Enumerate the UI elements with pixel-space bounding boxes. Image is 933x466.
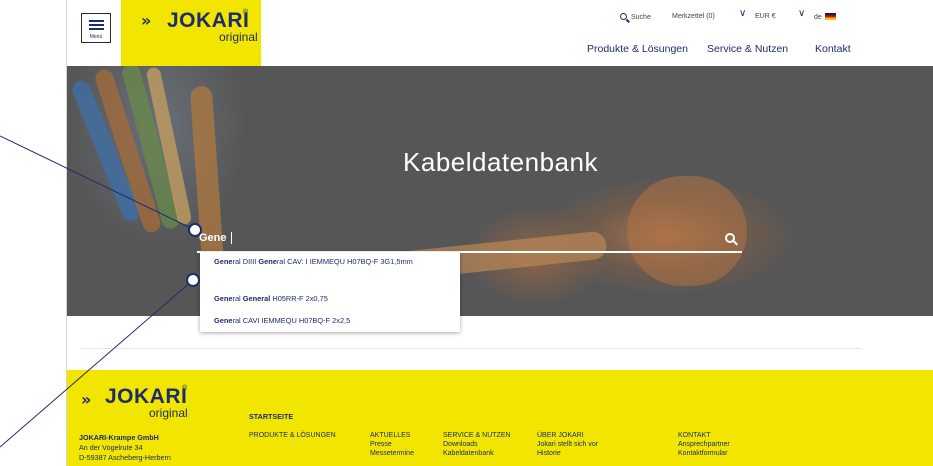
- footer-column-ueber: ÜBER JOKARI Jokari stellt sich vor Histo…: [537, 431, 598, 458]
- chevron-down-icon[interactable]: ∨: [798, 8, 805, 19]
- content-spacer: [67, 316, 933, 370]
- footer-heading[interactable]: AKTUELLES: [370, 432, 410, 439]
- company-name: JOKARI-Krampe GmbH: [79, 433, 159, 442]
- footer-column-produkte: PRODUKTE & LÖSUNGEN: [249, 431, 336, 440]
- jokari-logo[interactable]: » JOKARI ® original: [121, 0, 261, 66]
- hamburger-icon: [89, 20, 104, 22]
- suggestion-item[interactable]: General DIIII General CAV: I IEMMEQU H07…: [214, 257, 454, 267]
- footer-heading[interactable]: SERVICE & NUTZEN: [443, 432, 511, 439]
- hamburger-icon-bar: [89, 24, 104, 26]
- suggestion-item[interactable]: General General H05RR-F 2x0,75: [214, 294, 454, 304]
- footer-heading[interactable]: KONTAKT: [678, 432, 711, 439]
- footer-logo-subtitle: original: [149, 406, 188, 420]
- footer-logo-registered: ®: [182, 385, 188, 392]
- search-submit-icon[interactable]: [725, 233, 735, 243]
- logo-chevrons: »: [141, 11, 151, 30]
- suggestion-match: Gene: [214, 316, 233, 325]
- site-footer: » JOKARI ® original JOKARI-Krampe GmbH A…: [67, 370, 933, 466]
- suggestion-match: Gene: [214, 294, 233, 303]
- suggestion-item[interactable]: General CAVI IEMMEQU H07BQ-F 2x2,5: [214, 316, 454, 326]
- company-city: D-59387 Ascheberg-Herbern: [79, 453, 171, 462]
- footer-heading[interactable]: PRODUKTE & LÖSUNGEN: [249, 432, 336, 439]
- footer-link-startseite[interactable]: STARTSEITE: [249, 412, 293, 421]
- footer-link[interactable]: Jokari stellt sich vor: [537, 440, 598, 449]
- chevron-down-icon[interactable]: ∨: [739, 8, 746, 19]
- nav-service[interactable]: Service & Nutzen: [707, 43, 788, 55]
- footer-link[interactable]: Historie: [537, 449, 598, 458]
- suggestion-text: ral CAVI IEMMEQU H07BQ-F 2x2,5: [232, 316, 351, 325]
- suggestion-match: Gene: [258, 257, 277, 266]
- page-title: Kabeldatenbank: [403, 147, 598, 177]
- hero-banner: Kabeldatenbank: [67, 66, 933, 316]
- footer-column-aktuelles: AKTUELLES Presse Messetermine: [370, 431, 414, 458]
- web-page: Menü » JOKARI ® original Suche Merkzette…: [66, 0, 933, 466]
- company-street: An der Vogelrute 34: [79, 443, 143, 452]
- hamburger-icon-bar: [89, 28, 104, 30]
- memo-link[interactable]: Merkzettel (0): [672, 13, 715, 20]
- text-cursor: [231, 232, 232, 244]
- memo-label: Merkzettel (0): [672, 13, 715, 20]
- nav-produkte[interactable]: Produkte & Lösungen: [587, 43, 688, 55]
- footer-link[interactable]: Messetermine: [370, 449, 414, 458]
- footer-link[interactable]: Kontaktformular: [678, 449, 730, 458]
- footer-column-kontakt: KONTAKT Ansprechpartner Kontaktformular: [678, 431, 730, 458]
- footer-heading[interactable]: ÜBER JOKARI: [537, 432, 584, 439]
- left-margin: [0, 0, 66, 466]
- footer-logo-chevrons: »: [81, 390, 91, 409]
- divider: [81, 348, 861, 349]
- suggestion-text: H05RR-F 2x0,75: [270, 294, 328, 303]
- menu-button[interactable]: Menü: [81, 13, 111, 43]
- menu-label: Menü: [89, 34, 103, 40]
- autocomplete-dropdown: General DIIII General CAV: I IEMMEQU H07…: [200, 252, 460, 332]
- suggestion-match: General: [242, 294, 271, 303]
- suggestion-text: ral DIIII: [232, 257, 259, 266]
- currency-label: EUR €: [755, 13, 776, 20]
- suggestion-match: Gene: [214, 257, 233, 266]
- search-link[interactable]: Suche: [620, 13, 651, 21]
- footer-link[interactable]: Presse: [370, 440, 414, 449]
- footer-link[interactable]: Downloads: [443, 440, 511, 449]
- german-flag-icon: [824, 13, 836, 20]
- currency-select[interactable]: EUR €: [755, 13, 776, 20]
- logo-registered: ®: [243, 9, 249, 16]
- site-header: Menü » JOKARI ® original Suche Merkzette…: [67, 0, 933, 66]
- search-link-label: Suche: [631, 14, 651, 21]
- suggestion-text: ral CAV: I IEMMEQU H07BQ-F 3G1,5mm: [276, 257, 413, 266]
- cable-search-input[interactable]: [199, 229, 659, 247]
- nav-kontakt[interactable]: Kontakt: [815, 43, 851, 55]
- search-icon: [620, 13, 627, 20]
- footer-link[interactable]: Kabeldatenbank: [443, 449, 511, 458]
- footer-column-service: SERVICE & NUTZEN Downloads Kabeldatenban…: [443, 431, 511, 458]
- language-select[interactable]: de: [814, 13, 836, 21]
- logo-subtitle: original: [219, 30, 258, 44]
- suggestion-text: ral: [232, 294, 243, 303]
- language-label: de: [814, 14, 822, 21]
- footer-link[interactable]: Ansprechpartner: [678, 440, 730, 449]
